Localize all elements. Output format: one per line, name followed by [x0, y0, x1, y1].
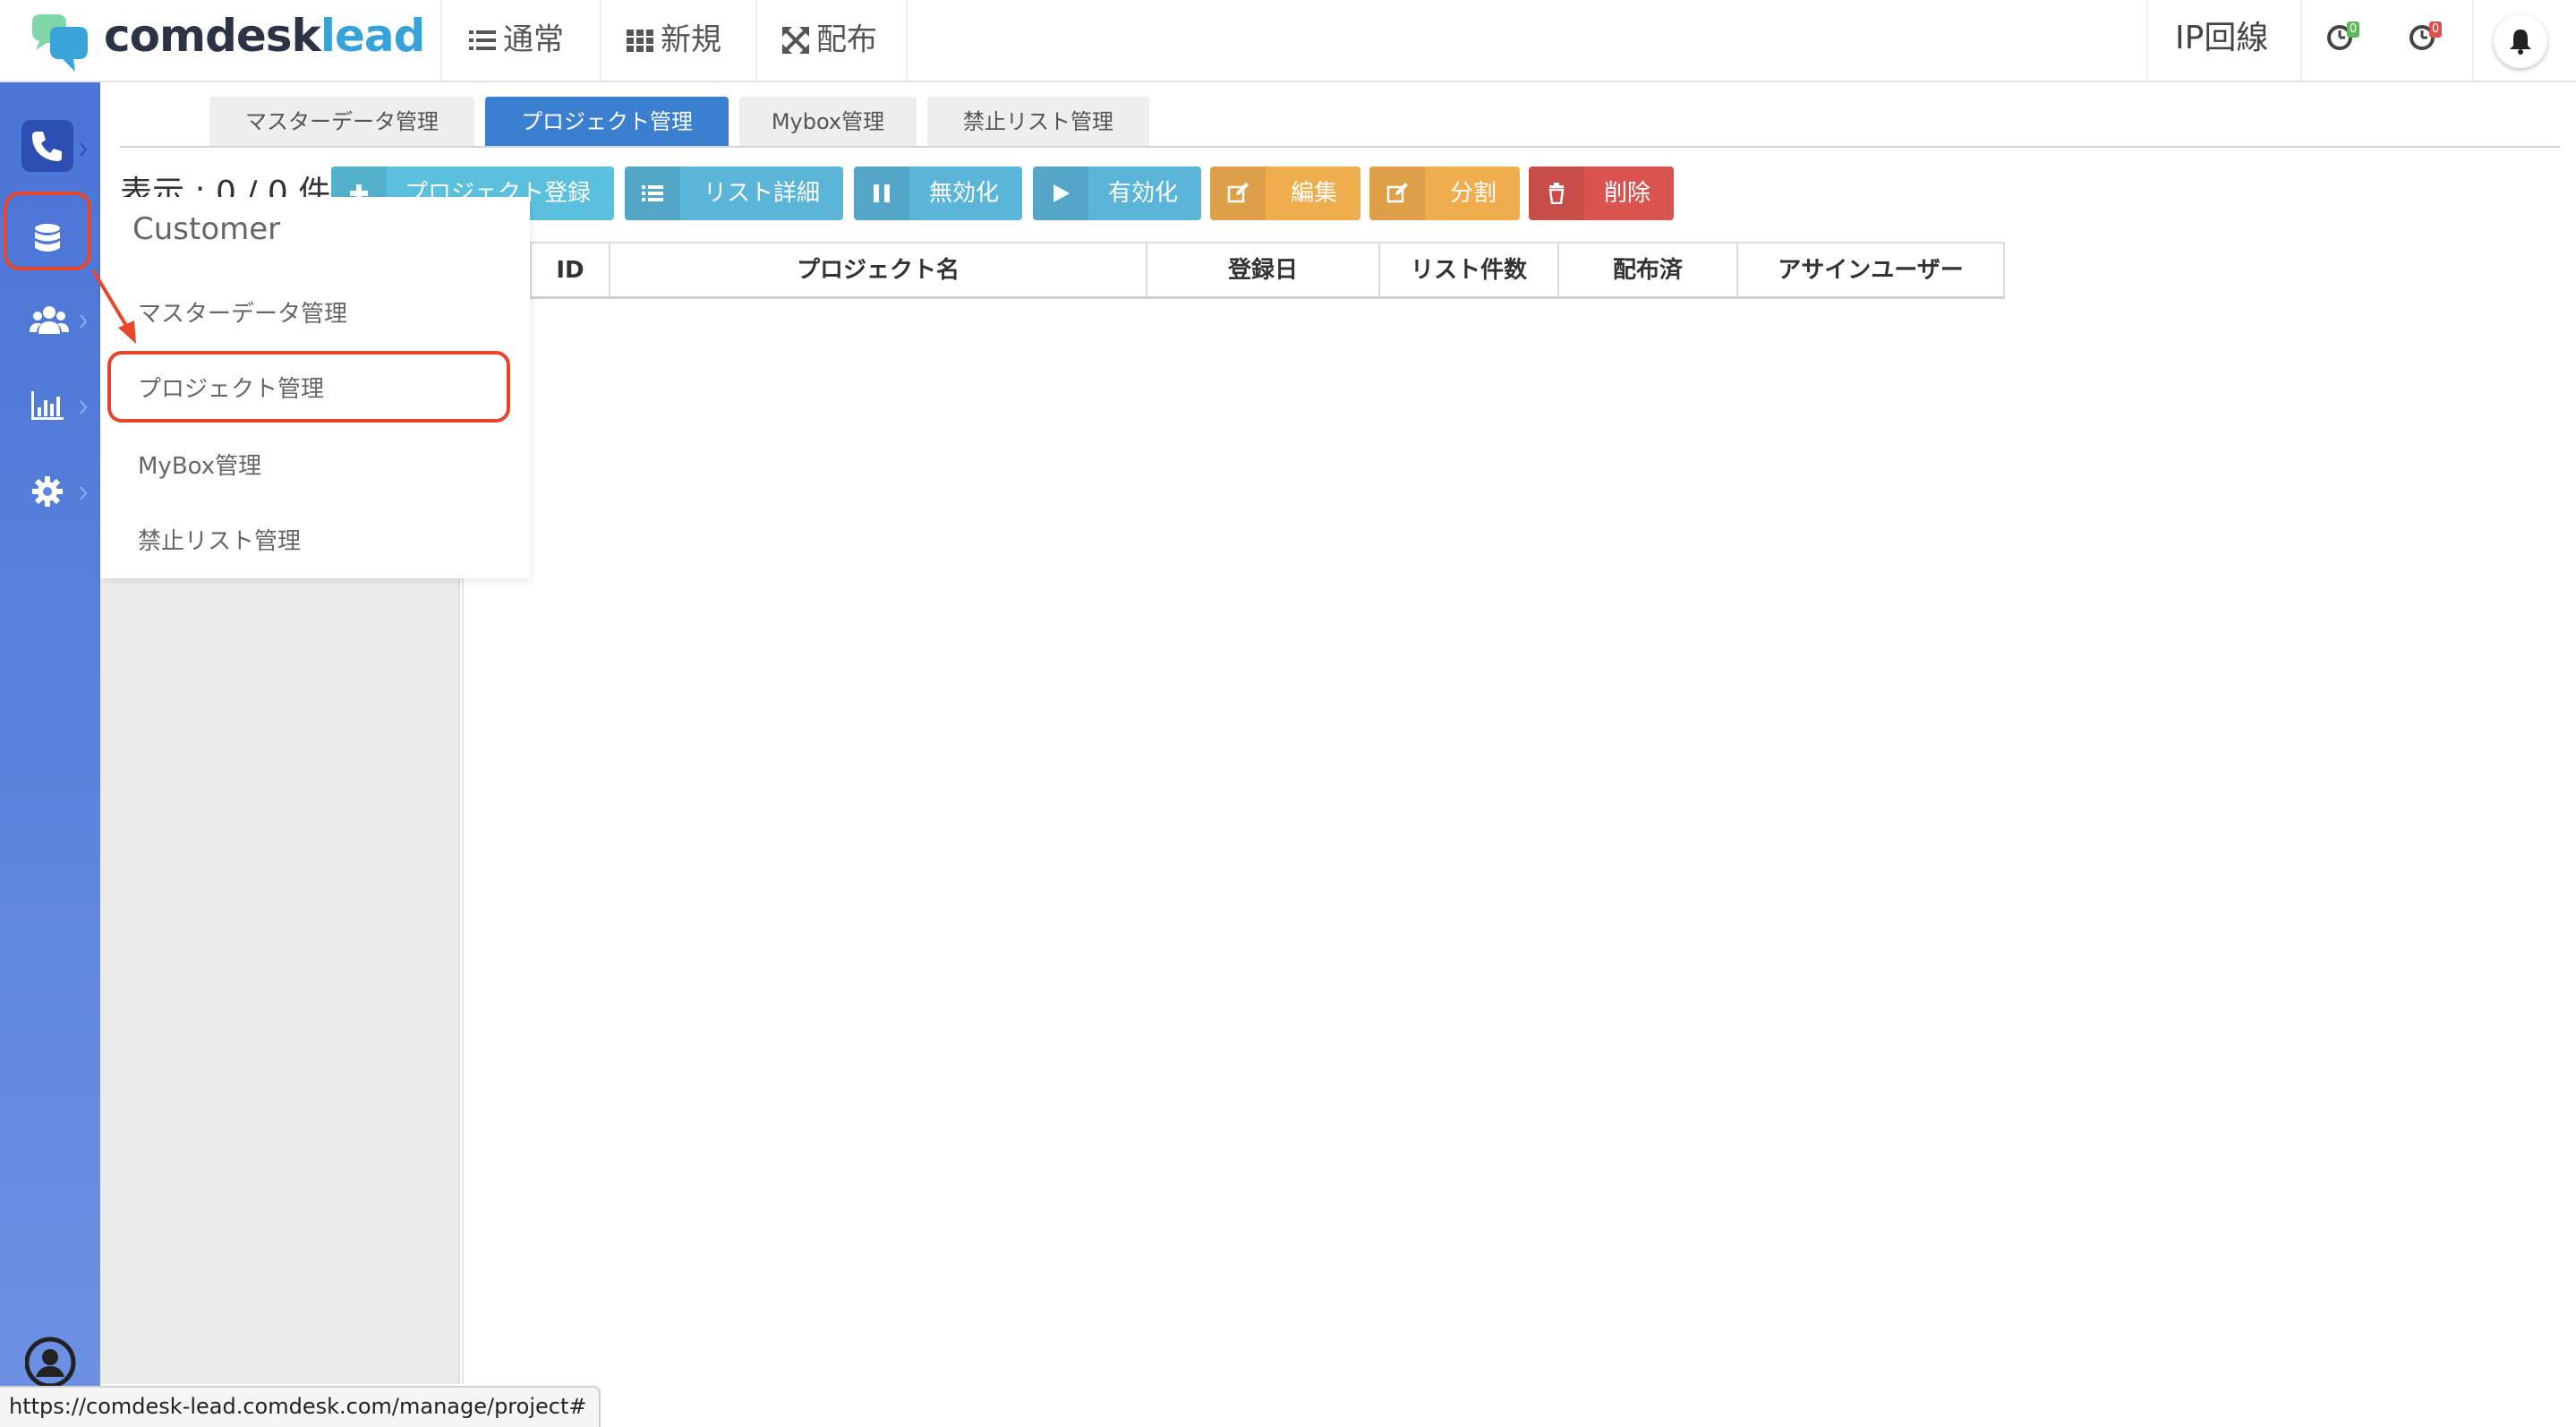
user-profile-icon[interactable] — [25, 1336, 79, 1389]
topnav-new-label: 新規 — [661, 21, 721, 58]
delete-label: 削除 — [1603, 180, 1651, 207]
edit-label: 編集 — [1290, 180, 1337, 207]
delete-button[interactable]: 削除 — [1529, 167, 1674, 220]
divider — [2300, 0, 2302, 81]
bell-icon — [2510, 30, 2531, 55]
rail-settings-button[interactable] — [21, 466, 73, 517]
status-url-bar: https://comdesk-lead.comdesk.com/manage/… — [0, 1386, 601, 1427]
top-bar: comdesklead 通常 新規 配布 IP回線 0 0 — [0, 0, 2576, 82]
list-icon — [469, 30, 496, 50]
column-header-registered-date[interactable]: 登録日 — [1146, 244, 1378, 297]
play-icon — [1053, 184, 1070, 202]
divider — [2146, 0, 2148, 81]
enable-label: 有効化 — [1107, 180, 1178, 207]
divider — [2472, 0, 2474, 81]
tab-master-data[interactable]: マスターデータ管理 — [209, 97, 474, 147]
edit-icon — [1386, 183, 1408, 203]
disable-label: 無効化 — [928, 180, 999, 207]
column-header-distributed[interactable]: 配布済 — [1557, 244, 1736, 297]
column-header-list-count[interactable]: リスト件数 — [1378, 244, 1557, 297]
topnav-distribute[interactable]: 配布 — [755, 0, 908, 81]
enable-button[interactable]: 有効化 — [1033, 167, 1201, 220]
clock-badge-red: 0 — [2429, 21, 2442, 38]
tabs-underline — [120, 146, 2560, 148]
tab-project[interactable]: プロジェクト管理 — [485, 97, 729, 147]
list-icon — [642, 185, 663, 201]
annotation-arrow — [91, 269, 136, 344]
topnav-normal[interactable]: 通常 — [440, 0, 600, 81]
brand-part-2: lead — [320, 10, 426, 62]
divider — [462, 578, 464, 1384]
column-header-project-name[interactable]: プロジェクト名 — [609, 244, 1146, 297]
split-button[interactable]: 分割 — [1369, 167, 1520, 220]
popup-item-mybox[interactable]: MyBox管理 — [138, 448, 261, 481]
chevron-right-icon — [80, 400, 88, 414]
list-detail-label: リスト詳細 — [703, 180, 820, 207]
expand-icon — [782, 26, 809, 54]
chevron-right-icon — [80, 486, 88, 500]
grid-icon — [627, 29, 653, 52]
pause-icon — [874, 184, 890, 202]
ip-line-status[interactable]: IP回線 — [2175, 0, 2268, 81]
tab-mybox[interactable]: Mybox管理 — [739, 97, 917, 147]
trash-icon — [1548, 183, 1565, 204]
side-panel — [100, 578, 460, 1384]
disable-button[interactable]: 無効化 — [854, 167, 1022, 220]
chart-icon — [31, 391, 64, 420]
rail-chart-button[interactable] — [21, 380, 73, 432]
edit-button[interactable]: 編集 — [1210, 167, 1361, 220]
split-label: 分割 — [1449, 180, 1497, 207]
topnav-normal-label: 通常 — [503, 21, 564, 58]
edit-icon — [1227, 183, 1249, 203]
list-detail-button[interactable]: リスト詳細 — [625, 167, 843, 220]
column-header-assigned-user[interactable]: アサインユーザー — [1736, 244, 2003, 297]
clock-badge-green: 0 — [2347, 21, 2359, 38]
topnav-distribute-label: 配布 — [816, 21, 877, 58]
notification-button[interactable] — [2494, 14, 2547, 68]
project-table-header: ID プロジェクト名 登録日 リスト件数 配布済 アサインユーザー — [530, 242, 2005, 299]
gear-icon — [32, 476, 63, 507]
tab-blocklist[interactable]: 禁止リスト管理 — [927, 97, 1149, 147]
column-header-id[interactable]: ID — [532, 244, 609, 297]
popup-item-blocklist[interactable]: 禁止リスト管理 — [138, 523, 301, 556]
topnav-new[interactable]: 新規 — [600, 0, 755, 81]
